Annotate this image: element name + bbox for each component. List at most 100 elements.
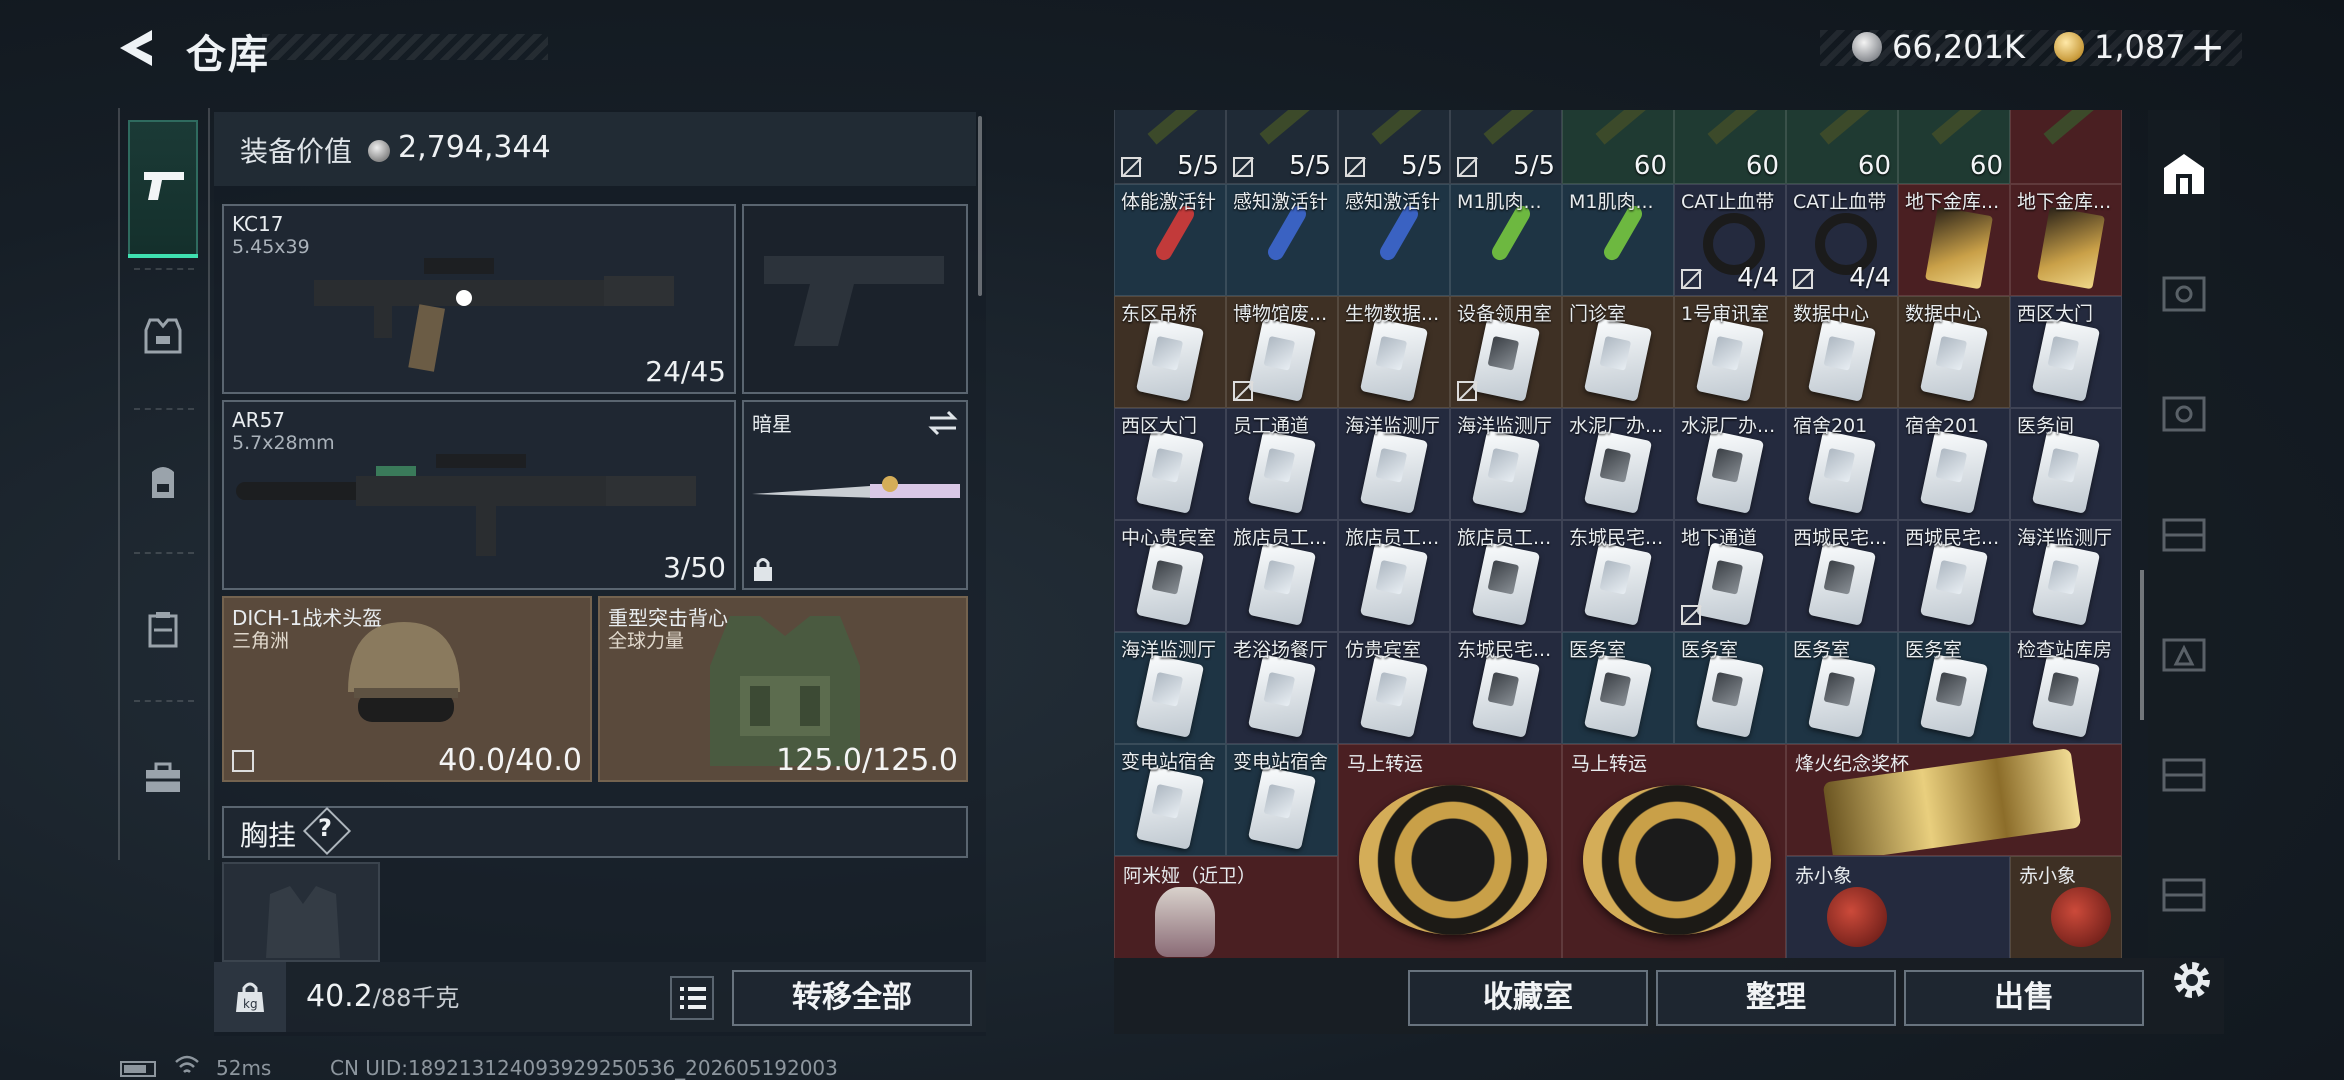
grid-item[interactable]: 医务室 bbox=[1786, 632, 1898, 744]
grid-item[interactable]: 变电站宿舍 bbox=[1226, 744, 1338, 856]
helmet-origin: 三角洲 bbox=[232, 630, 290, 652]
tab-storage-4[interactable] bbox=[2160, 630, 2208, 678]
item-count: 5/5 bbox=[1401, 151, 1443, 181]
secondary-weapon-slot[interactable]: AR57 5.7x28mm 3/50 bbox=[222, 400, 736, 590]
grid-item[interactable]: 60 bbox=[1562, 110, 1674, 184]
tab-storage-1[interactable] bbox=[2160, 270, 2208, 318]
grid-item[interactable]: 马上转运 bbox=[1562, 744, 1786, 958]
grid-item[interactable]: 60 bbox=[1898, 110, 2010, 184]
inventory-scrollbar[interactable] bbox=[2140, 570, 2144, 720]
sell-button[interactable]: 出售 bbox=[1904, 970, 2144, 1026]
add-currency-button[interactable]: + bbox=[2190, 22, 2225, 71]
tab-armor[interactable] bbox=[142, 314, 184, 356]
grid-item[interactable]: 宿舍201 bbox=[1898, 408, 2010, 520]
tab-container[interactable] bbox=[142, 608, 184, 650]
grid-item[interactable]: 60 bbox=[1674, 110, 1786, 184]
grid-item[interactable]: 西区大门 bbox=[1114, 408, 1226, 520]
sidearm-slot[interactable] bbox=[742, 204, 968, 394]
tab-toolbox[interactable] bbox=[142, 756, 184, 798]
grid-item[interactable]: 东区吊桥 bbox=[1114, 296, 1226, 408]
grid-item[interactable]: 数据中心 bbox=[1786, 296, 1898, 408]
body-armor-slot[interactable]: 重型突击背心 全球力量 125.0/125.0 bbox=[598, 596, 968, 782]
list-view-button[interactable] bbox=[670, 976, 714, 1020]
grid-item[interactable]: 西城民宅... bbox=[1898, 520, 2010, 632]
grid-item[interactable]: 阿米娅（近卫） bbox=[1114, 856, 1338, 958]
grid-item[interactable]: 员工通道 bbox=[1226, 408, 1338, 520]
tab-warehouse[interactable] bbox=[2160, 150, 2208, 198]
grid-item[interactable]: CAT止血带 4/4 bbox=[1786, 184, 1898, 296]
tab-weapons[interactable] bbox=[128, 120, 198, 258]
weight-lock-button[interactable]: kg bbox=[214, 962, 286, 1032]
chest-rig-slot[interactable] bbox=[222, 862, 380, 962]
grid-item[interactable]: 1号审讯室 bbox=[1674, 296, 1786, 408]
collection-button[interactable]: 收藏室 bbox=[1408, 970, 1648, 1026]
grid-item[interactable]: 医务室 bbox=[1562, 632, 1674, 744]
grid-item[interactable]: 变电站宿舍 bbox=[1114, 744, 1226, 856]
grid-item[interactable]: 地下金库... bbox=[1898, 184, 2010, 296]
tab-storage-6[interactable] bbox=[2160, 870, 2208, 918]
grid-item[interactable]: 海洋监测厅 bbox=[1338, 408, 1450, 520]
grid-item[interactable]: 马上转运 bbox=[1338, 744, 1562, 958]
rifle-image bbox=[314, 258, 674, 372]
grid-item[interactable]: 旅店员工... bbox=[1338, 520, 1450, 632]
grid-item[interactable]: 海洋监测厅 bbox=[1450, 408, 1562, 520]
grid-item[interactable]: 医务室 bbox=[1898, 632, 2010, 744]
swap-icon[interactable] bbox=[928, 410, 958, 436]
grid-item[interactable]: 海洋监测厅 bbox=[2010, 520, 2122, 632]
grid-item[interactable]: 旅店员工... bbox=[1226, 520, 1338, 632]
primary-weapon-slot[interactable]: KC17 5.45x39 24/45 bbox=[222, 204, 736, 394]
organize-button[interactable]: 整理 bbox=[1656, 970, 1896, 1026]
grid-item[interactable]: 海洋监测厅 bbox=[1114, 632, 1226, 744]
grid-item[interactable]: 5/5 bbox=[1226, 110, 1338, 184]
grid-item[interactable]: 旅店员工... bbox=[1450, 520, 1562, 632]
tab-backpack[interactable] bbox=[142, 460, 184, 502]
grid-item[interactable]: 博物馆废... bbox=[1226, 296, 1338, 408]
grid-item[interactable]: 5/5 bbox=[1338, 110, 1450, 184]
grid-item[interactable]: 体能激活针 bbox=[1114, 184, 1226, 296]
grid-item[interactable]: 西城民宅... bbox=[1786, 520, 1898, 632]
grid-item[interactable]: 感知激活针 bbox=[1338, 184, 1450, 296]
grid-item[interactable]: 5/5 bbox=[1450, 110, 1562, 184]
grid-item[interactable]: M1肌肉... bbox=[1562, 184, 1674, 296]
grid-item[interactable]: 仿贵宾室 bbox=[1338, 632, 1450, 744]
grid-item[interactable]: 中心贵宾室 bbox=[1114, 520, 1226, 632]
grid-item[interactable]: 宿舍201 bbox=[1786, 408, 1898, 520]
item-name: 海洋监测厅 bbox=[1121, 639, 1217, 661]
tab-storage-5[interactable] bbox=[2160, 750, 2208, 798]
grid-item[interactable]: 设备领用室 bbox=[1450, 296, 1562, 408]
grid-item[interactable]: 数据中心 bbox=[1898, 296, 2010, 408]
tab-storage-2[interactable] bbox=[2160, 390, 2208, 438]
grid-item[interactable]: 东城民宅... bbox=[1450, 632, 1562, 744]
grid-item[interactable]: 60 bbox=[1786, 110, 1898, 184]
settings-button[interactable] bbox=[2166, 954, 2218, 1006]
grid-item[interactable]: 老浴场餐厅 bbox=[1226, 632, 1338, 744]
back-button[interactable] bbox=[112, 24, 160, 72]
grid-item[interactable]: 地下金库... bbox=[2010, 184, 2122, 296]
grid-item[interactable]: 感知激活针 bbox=[1226, 184, 1338, 296]
inventory-grid[interactable]: 5/5 5/5 5/5 5/5 60 60 60 60 体能激活针 感知激活针 感知激活针 M1肌肉.… bbox=[1114, 110, 2130, 958]
item-name: 水泥厂办... bbox=[1681, 415, 1776, 437]
grid-item[interactable]: CAT止血带 4/4 bbox=[1674, 184, 1786, 296]
transfer-all-button[interactable]: 转移全部 bbox=[732, 970, 972, 1026]
grid-item[interactable]: 地下通道 bbox=[1674, 520, 1786, 632]
grid-item[interactable]: 医务间 bbox=[2010, 408, 2122, 520]
grid-item[interactable]: 赤小象 bbox=[2010, 856, 2122, 958]
grid-item[interactable] bbox=[2010, 110, 2122, 184]
grid-item[interactable]: 烽火纪念奖杯 bbox=[1786, 744, 2122, 856]
helmet-slot[interactable]: DICH-1战术头盔 三角洲 40.0/40.0 bbox=[222, 596, 592, 782]
loadout-scrollbar[interactable] bbox=[978, 116, 982, 296]
grid-item[interactable]: 西区大门 bbox=[2010, 296, 2122, 408]
grid-item[interactable]: M1肌肉... bbox=[1450, 184, 1562, 296]
grid-item[interactable]: 赤小象 bbox=[1786, 856, 2010, 958]
tab-storage-3[interactable] bbox=[2160, 510, 2208, 558]
grid-item[interactable]: 水泥厂办... bbox=[1674, 408, 1786, 520]
grid-item[interactable]: 门诊室 bbox=[1562, 296, 1674, 408]
grid-item[interactable]: 生物数据... bbox=[1338, 296, 1450, 408]
grid-item[interactable]: 东城民宅... bbox=[1562, 520, 1674, 632]
grid-item[interactable]: 水泥厂办... bbox=[1562, 408, 1674, 520]
grid-item[interactable]: 检查站库房 bbox=[2010, 632, 2122, 744]
melee-slot[interactable]: 暗星 bbox=[742, 400, 968, 590]
grid-item[interactable]: 5/5 bbox=[1114, 110, 1226, 184]
rail-divider bbox=[134, 700, 194, 702]
grid-item[interactable]: 医务室 bbox=[1674, 632, 1786, 744]
